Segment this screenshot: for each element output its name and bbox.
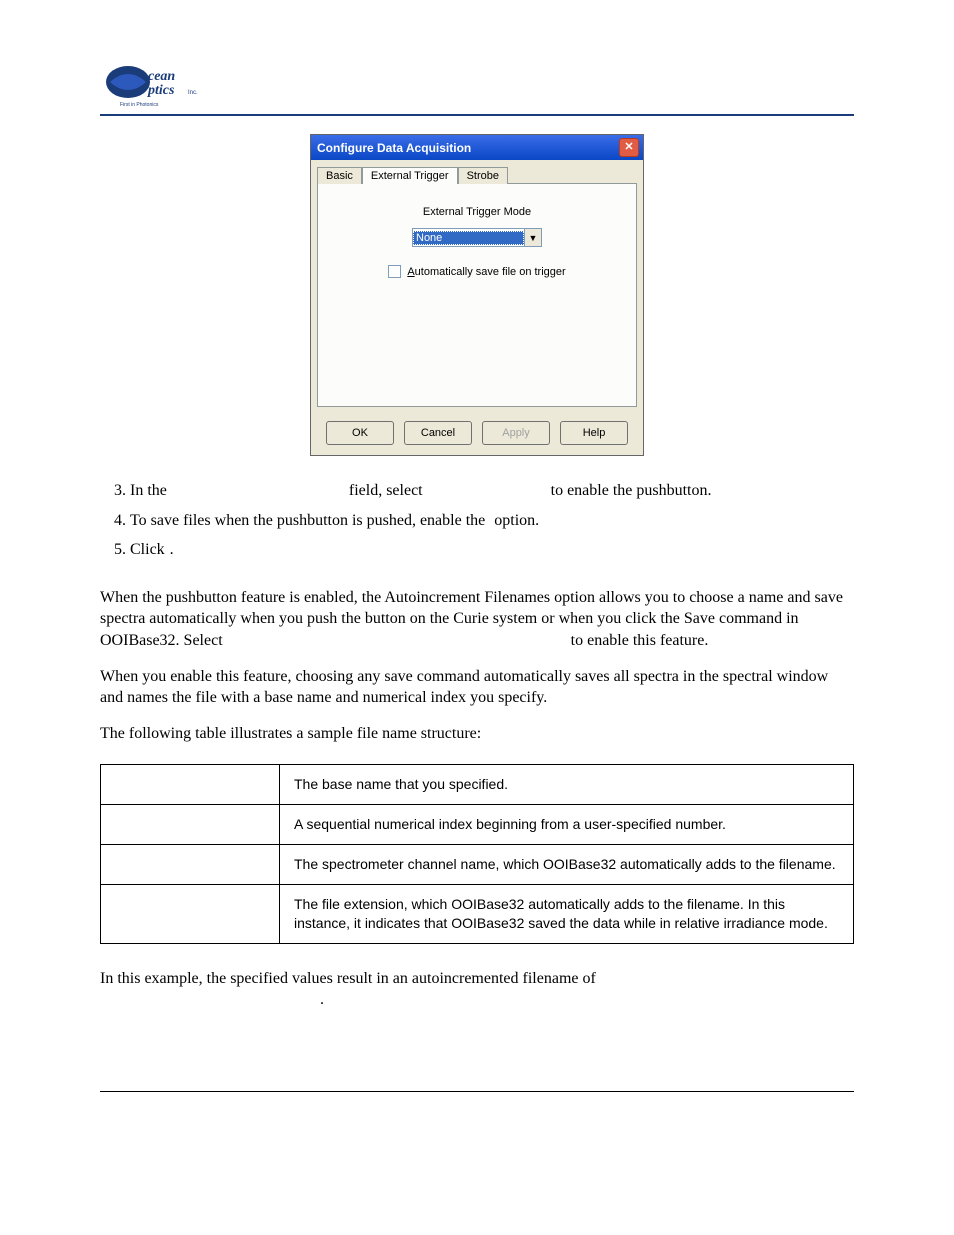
table-key-1	[101, 805, 280, 845]
dialog-titlebar: Configure Data Acquisition ✕	[311, 135, 643, 160]
cancel-button[interactable]: Cancel	[404, 421, 472, 445]
external-trigger-mode-dropdown[interactable]: None ▼	[412, 228, 542, 247]
close-icon[interactable]: ✕	[619, 138, 639, 157]
step-5: Click .	[130, 539, 854, 561]
step-5-text-b: .	[170, 541, 174, 558]
document-page: cean ptics Inc. First in Photonics Confi…	[0, 0, 954, 1235]
tab-panel-external-trigger: External Trigger Mode None ▼ Automatical…	[317, 183, 637, 407]
paragraph-table-intro: The following table illustrates a sample…	[100, 723, 854, 745]
dialog-title: Configure Data Acquisition	[317, 141, 471, 155]
step-4: To save files when the pushbutton is pus…	[130, 510, 854, 532]
ok-button[interactable]: OK	[326, 421, 394, 445]
para4-a: In this example, the specified values re…	[100, 970, 600, 987]
table-desc-3: The file extension, which OOIBase32 auto…	[280, 885, 854, 944]
table-desc-1: A sequential numerical index beginning f…	[280, 805, 854, 845]
body-content: In the field, select to enable the pushb…	[100, 480, 854, 1011]
table-key-2	[101, 845, 280, 885]
table-key-0	[101, 765, 280, 805]
paragraph-enable-desc: When you enable this feature, choosing a…	[100, 666, 854, 709]
table-row: A sequential numerical index beginning f…	[101, 805, 854, 845]
svg-text:ptics: ptics	[147, 83, 175, 98]
auto-save-checkbox-row[interactable]: Automatically save file on trigger	[388, 265, 565, 278]
chevron-down-icon[interactable]: ▼	[524, 229, 541, 246]
table-desc-2: The spectrometer channel name, which OOI…	[280, 845, 854, 885]
dropdown-selected-value: None	[413, 231, 524, 245]
svg-text:Inc.: Inc.	[188, 90, 198, 96]
para1-b: to enable this feature.	[567, 632, 709, 649]
paragraph-feature-desc: When the pushbutton feature is enabled, …	[100, 587, 854, 652]
apply-button[interactable]: Apply	[482, 421, 550, 445]
filename-structure-table: The base name that you specified. A sequ…	[100, 764, 854, 943]
tab-external-trigger[interactable]: External Trigger	[362, 167, 458, 184]
table-desc-0: The base name that you specified.	[280, 765, 854, 805]
page-header: cean ptics Inc. First in Photonics	[100, 60, 854, 116]
step-3: In the field, select to enable the pushb…	[130, 480, 854, 502]
dialog-tabs: Basic External Trigger Strobe	[311, 160, 643, 183]
auto-save-checkbox-text: utomatically save file on trigger	[415, 266, 566, 278]
table-key-3	[101, 885, 280, 944]
external-trigger-mode-label: External Trigger Mode	[423, 206, 531, 218]
dialog-button-row: OK Cancel Apply Help	[311, 415, 643, 455]
procedure-steps: In the field, select to enable the pushb…	[130, 480, 854, 561]
tab-basic[interactable]: Basic	[317, 167, 362, 184]
dialog-figure: Configure Data Acquisition ✕ Basic Exter…	[100, 134, 854, 456]
svg-text:cean: cean	[148, 69, 175, 84]
para4-b: .	[320, 991, 324, 1008]
checkbox-icon[interactable]	[388, 265, 401, 278]
svg-text:First in Photonics: First in Photonics	[120, 102, 159, 108]
step-3-text-b: field, select	[345, 482, 427, 499]
page-footer	[100, 1091, 854, 1098]
ocean-optics-logo: cean ptics Inc. First in Photonics	[100, 60, 210, 108]
step-3-text-a: In the	[130, 482, 171, 499]
paragraph-example: In this example, the specified values re…	[100, 968, 854, 1011]
step-4-text-a: To save files when the pushbutton is pus…	[130, 512, 489, 529]
help-button[interactable]: Help	[560, 421, 628, 445]
configure-data-acquisition-dialog: Configure Data Acquisition ✕ Basic Exter…	[310, 134, 644, 456]
table-row: The file extension, which OOIBase32 auto…	[101, 885, 854, 944]
auto-save-checkbox-label: Automatically save file on trigger	[407, 266, 565, 278]
step-4-text-b: option.	[490, 512, 539, 529]
step-5-text-a: Click	[130, 541, 169, 558]
step-3-text-c: to enable the pushbutton.	[547, 482, 712, 499]
para1-a: When the pushbutton feature is enabled, …	[100, 589, 843, 649]
table-row: The base name that you specified.	[101, 765, 854, 805]
tab-strobe[interactable]: Strobe	[458, 167, 508, 184]
table-row: The spectrometer channel name, which OOI…	[101, 845, 854, 885]
